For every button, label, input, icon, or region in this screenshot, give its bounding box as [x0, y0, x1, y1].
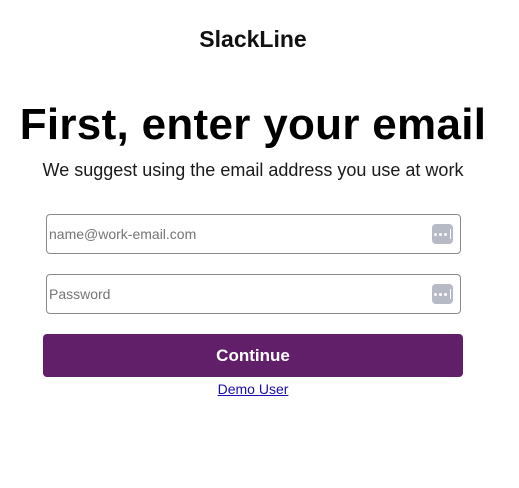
dot-icon — [444, 292, 447, 296]
dot-icon — [439, 232, 442, 236]
page-subtitle: We suggest using the email address you u… — [42, 160, 464, 180]
cursor-bar-icon — [450, 229, 451, 239]
email-field-container — [46, 214, 461, 254]
demo-link-container: Demo User — [0, 381, 506, 397]
password-manager-icon[interactable] — [432, 284, 453, 304]
password-input[interactable] — [47, 275, 429, 313]
page-title: First, enter your email — [19, 100, 487, 149]
dot-icon — [439, 292, 442, 296]
dot-icon — [434, 232, 437, 236]
email-input[interactable] — [47, 215, 429, 253]
dot-icon — [444, 232, 447, 236]
cursor-bar-icon — [450, 289, 451, 299]
login-page: SlackLine First, enter your email We sug… — [0, 0, 519, 488]
dot-icon — [434, 292, 437, 296]
demo-user-link[interactable]: Demo User — [218, 381, 289, 397]
continue-button[interactable]: Continue — [43, 334, 463, 377]
password-field-container — [46, 274, 461, 314]
password-manager-icon[interactable] — [432, 224, 453, 244]
brand-title: SlackLine — [199, 26, 307, 52]
